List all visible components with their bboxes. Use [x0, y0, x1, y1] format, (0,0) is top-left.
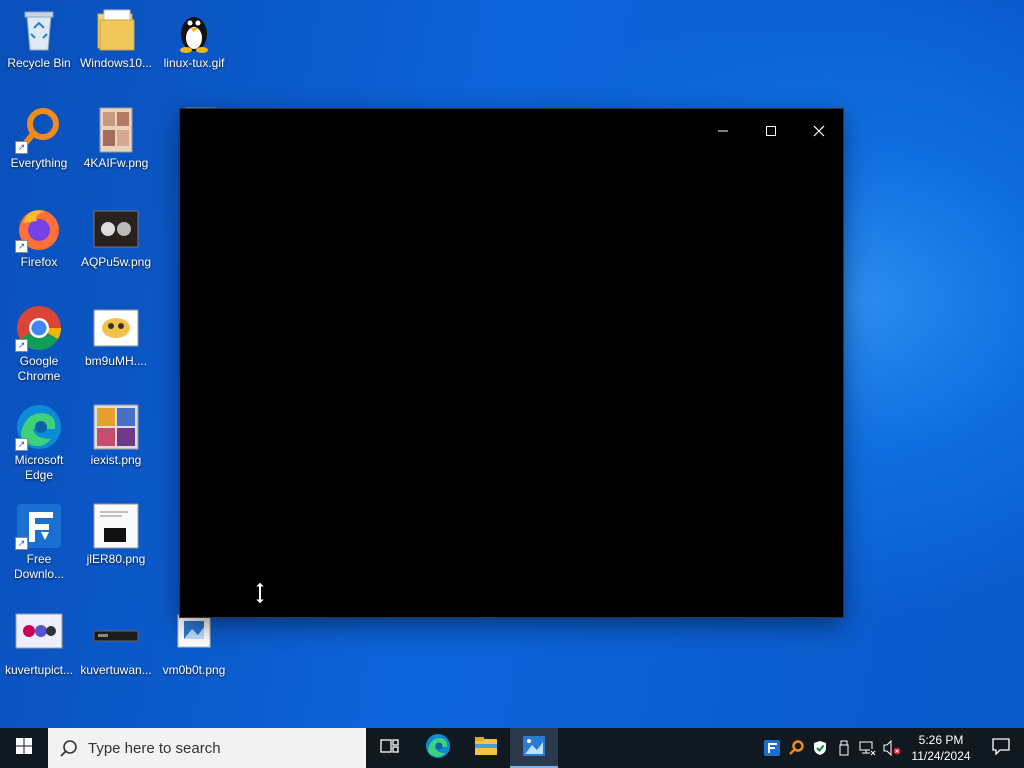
shortcut-arrow-icon: ↗: [15, 339, 28, 352]
folder-icon: [92, 6, 140, 54]
desktop-icon-microsoft-edge[interactable]: ↗ Microsoft Edge: [1, 403, 77, 483]
shortcut-arrow-icon: ↗: [15, 240, 28, 253]
desktop-icon-label: bm9uMH....: [84, 354, 147, 368]
desktop-icon-vm0b0t[interactable]: vm0b0t.png: [156, 613, 232, 678]
desktop-icon-label: iexist.png: [90, 453, 142, 467]
desktop-icon-label: Google Chrome: [17, 354, 61, 383]
search-placeholder: Type here to search: [88, 739, 221, 757]
action-center-button[interactable]: [978, 728, 1024, 768]
firefox-icon: ↗: [15, 205, 63, 253]
desktop-icon-label: Windows10...: [79, 56, 153, 70]
desktop-icon-label: vm0b0t.png: [162, 663, 226, 677]
vertical-resize-cursor-icon: [253, 581, 267, 605]
desktop-icon-label: Recycle Bin: [7, 56, 71, 70]
everything-search-icon: ↗: [15, 106, 63, 154]
desktop-icon-4kaifw[interactable]: 4KAIFw.png: [78, 106, 154, 171]
desktop-icon-label: Firefox: [20, 255, 58, 269]
desktop-icon-label: Microsoft Edge: [14, 453, 64, 482]
shortcut-arrow-icon: ↗: [15, 438, 28, 451]
chrome-icon: ↗: [15, 304, 63, 352]
photos-app-window[interactable]: [180, 109, 843, 617]
desktop-icon-linux-tux[interactable]: linux-tux.gif: [156, 6, 232, 71]
file-explorer-icon: [474, 736, 498, 761]
desktop-icon-windows10-folder[interactable]: Windows10...: [78, 6, 154, 71]
desktop-icon-label: kuvertuwan...: [80, 663, 152, 677]
image-thumbnail-icon: [92, 403, 140, 451]
desktop-icon-aqpu5w[interactable]: AQPu5w.png: [78, 205, 154, 270]
image-thumbnail-icon: [92, 502, 140, 550]
clock-date: 11/24/2024: [911, 749, 971, 763]
desktop-icon-everything[interactable]: ↗ Everything: [1, 106, 77, 171]
desktop-icon-jler80[interactable]: jlER80.png: [78, 502, 154, 567]
edge-icon: ↗: [15, 403, 63, 451]
photos-file-icon: [170, 613, 218, 661]
search-icon: [60, 739, 78, 757]
close-icon: [813, 124, 825, 140]
task-view-button[interactable]: [366, 728, 414, 768]
desktop-icon-free-download-manager[interactable]: ↗ Free Downlo...: [1, 502, 77, 582]
windows-logo-icon: [16, 737, 32, 759]
everything-tray-icon[interactable]: [784, 728, 808, 768]
desktop-icon-label: kuvertupict...: [4, 663, 74, 677]
minimize-button[interactable]: [700, 109, 746, 155]
desktop-icon-kuvertupict[interactable]: kuvertupict...: [1, 613, 77, 678]
image-thumbnail-icon: [92, 106, 140, 154]
photos-icon: [522, 735, 546, 762]
desktop-icon-recycle-bin[interactable]: Recycle Bin: [1, 6, 77, 71]
recycle-bin-icon: [15, 6, 63, 54]
image-thumbnail-icon: [92, 304, 140, 352]
windows-security-icon[interactable]: [808, 728, 832, 768]
maximize-icon: [765, 124, 777, 140]
desktop-icon-label: 4KAIFw.png: [83, 156, 149, 170]
system-tray: 5:26 PM 11/24/2024: [760, 728, 1024, 768]
image-thumbnail-icon: [92, 205, 140, 253]
taskbar-clock[interactable]: 5:26 PM 11/24/2024: [904, 732, 978, 764]
notification-icon: [992, 737, 1010, 760]
tux-image-icon: [170, 6, 218, 54]
task-view-icon: [380, 737, 400, 760]
free-download-manager-icon: ↗: [15, 502, 63, 550]
taskbar-photos-button[interactable]: [510, 728, 558, 768]
desktop-icon-label: Everything: [10, 156, 68, 170]
image-thumbnail-icon: [92, 613, 140, 661]
clock-time: 5:26 PM: [918, 733, 964, 747]
start-button[interactable]: [0, 728, 48, 768]
taskbar-edge-button[interactable]: [414, 728, 462, 768]
free-download-manager-tray-icon[interactable]: [760, 728, 784, 768]
shortcut-arrow-icon: ↗: [15, 537, 28, 550]
taskbar: Type here to search 5:26 PM 11/24/2024: [0, 728, 1024, 768]
desktop-icon-firefox[interactable]: ↗ Firefox: [1, 205, 77, 270]
image-thumbnail-icon: [15, 613, 63, 661]
desktop-icon-iexist[interactable]: iexist.png: [78, 403, 154, 468]
minimize-icon: [717, 124, 729, 140]
usb-device-icon[interactable]: [832, 728, 856, 768]
desktop-icon-bm9umh[interactable]: bm9uMH....: [78, 304, 154, 369]
taskbar-search-box[interactable]: Type here to search: [48, 728, 366, 768]
desktop-icon-label: AQPu5w.png: [80, 255, 152, 269]
maximize-button[interactable]: [748, 109, 794, 155]
volume-muted-icon[interactable]: [880, 728, 904, 768]
desktop-icon-kuvertuwan[interactable]: kuvertuwan...: [78, 613, 154, 678]
edge-icon: [425, 733, 451, 764]
desktop-icon-label: linux-tux.gif: [163, 56, 225, 70]
shortcut-arrow-icon: ↗: [15, 141, 28, 154]
desktop-icon-label: jlER80.png: [86, 552, 146, 566]
desktop-icon-label: Free Downlo...: [13, 552, 65, 581]
close-button[interactable]: [796, 109, 842, 155]
taskbar-file-explorer-button[interactable]: [462, 728, 510, 768]
desktop-icon-google-chrome[interactable]: ↗ Google Chrome: [1, 304, 77, 384]
network-icon[interactable]: [856, 728, 880, 768]
